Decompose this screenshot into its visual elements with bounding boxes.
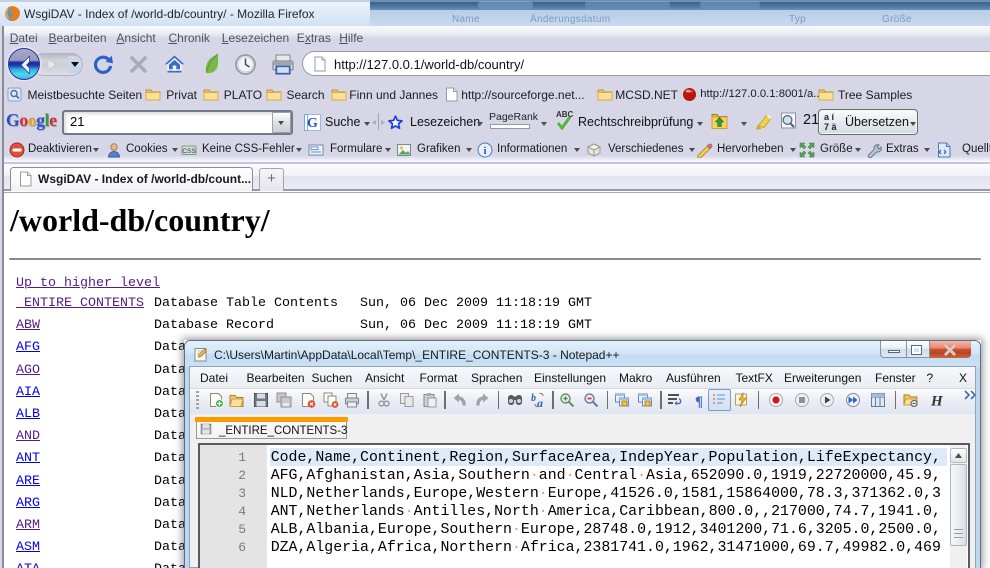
svg-text:G: G [307,116,318,131]
svg-text:¶: ¶ [695,394,703,408]
svg-text:i: i [483,145,486,157]
svg-text:H: H [930,394,944,409]
svg-text:b: b [531,393,536,404]
svg-text:CSS: CSS [182,148,196,155]
